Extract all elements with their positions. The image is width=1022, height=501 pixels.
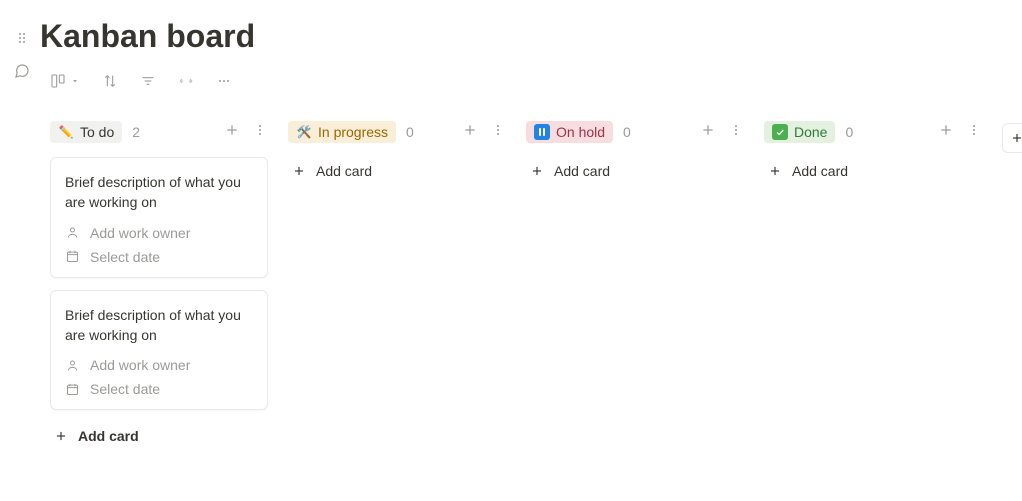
add-column-button[interactable]: [1002, 123, 1022, 153]
add-card-icon[interactable]: [700, 122, 716, 143]
add-card-icon[interactable]: [224, 122, 240, 143]
add-card-button[interactable]: Add card: [288, 157, 506, 185]
card-date-field[interactable]: Select date: [65, 381, 253, 397]
calendar-icon: [65, 382, 80, 397]
add-card-label: Add card: [78, 428, 139, 444]
plus-icon: [530, 164, 544, 178]
card-owner-label: Add work owner: [90, 357, 190, 373]
card-title: Brief description of what you are workin…: [65, 305, 253, 346]
card[interactable]: Brief description of what you are workin…: [50, 290, 268, 411]
column-pill-done[interactable]: Done: [764, 121, 835, 143]
add-card-button[interactable]: Add card: [50, 422, 268, 450]
check-icon: [772, 124, 788, 140]
add-card-button[interactable]: Add card: [764, 157, 982, 185]
add-card-label: Add card: [792, 163, 848, 179]
add-card-label: Add card: [554, 163, 610, 179]
column-pill-onhold[interactable]: On hold: [526, 121, 613, 143]
column-menu-icon[interactable]: [728, 122, 744, 143]
card-owner-field[interactable]: Add work owner: [65, 225, 253, 241]
board-toolbar: [50, 69, 1022, 93]
card-date-label: Select date: [90, 381, 160, 397]
person-icon: [65, 225, 80, 240]
column-label: To do: [80, 124, 114, 140]
plus-icon: [1010, 131, 1022, 145]
calendar-icon: [65, 249, 80, 264]
card[interactable]: Brief description of what you are workin…: [50, 157, 268, 278]
column-count: 2: [132, 124, 140, 140]
column-done: Done 0 Add card: [764, 121, 982, 185]
sort-button[interactable]: [102, 73, 118, 89]
add-card-icon[interactable]: [462, 122, 478, 143]
add-card-button[interactable]: Add card: [526, 157, 744, 185]
column-count: 0: [845, 124, 853, 140]
column-count: 0: [406, 124, 414, 140]
drag-handle-icon[interactable]: [14, 30, 30, 51]
kanban-board: ✏️ To do 2 Brief description of what you…: [40, 121, 1022, 450]
column-label: In progress: [318, 124, 388, 140]
card-owner-label: Add work owner: [90, 225, 190, 241]
pencil-icon: ✏️: [58, 124, 74, 140]
expand-button[interactable]: [178, 73, 194, 89]
column-count: 0: [623, 124, 631, 140]
plus-icon: [54, 429, 68, 443]
column-menu-icon[interactable]: [252, 122, 268, 143]
column-onhold: On hold 0 Add card: [526, 121, 744, 185]
card-title: Brief description of what you are workin…: [65, 172, 253, 213]
tools-icon: 🛠️: [296, 124, 312, 140]
view-switcher[interactable]: [50, 73, 80, 89]
add-card-label: Add card: [316, 163, 372, 179]
add-card-icon[interactable]: [938, 122, 954, 143]
plus-icon: [292, 164, 306, 178]
filter-button[interactable]: [140, 73, 156, 89]
more-options-button[interactable]: [216, 73, 232, 89]
column-pill-inprogress[interactable]: 🛠️ In progress: [288, 121, 396, 143]
column-pill-todo[interactable]: ✏️ To do: [50, 121, 122, 143]
plus-icon: [768, 164, 782, 178]
card-owner-field[interactable]: Add work owner: [65, 357, 253, 373]
card-date-label: Select date: [90, 249, 160, 265]
page-title: Kanban board: [40, 18, 1022, 55]
column-menu-icon[interactable]: [490, 122, 506, 143]
column-todo: ✏️ To do 2 Brief description of what you…: [50, 121, 268, 450]
card-date-field[interactable]: Select date: [65, 249, 253, 265]
column-label: Done: [794, 124, 827, 140]
person-icon: [65, 358, 80, 373]
column-menu-icon[interactable]: [966, 122, 982, 143]
pause-icon: [534, 124, 550, 140]
column-label: On hold: [556, 124, 605, 140]
comment-icon[interactable]: [14, 63, 30, 84]
column-inprogress: 🛠️ In progress 0 Add card: [288, 121, 506, 185]
